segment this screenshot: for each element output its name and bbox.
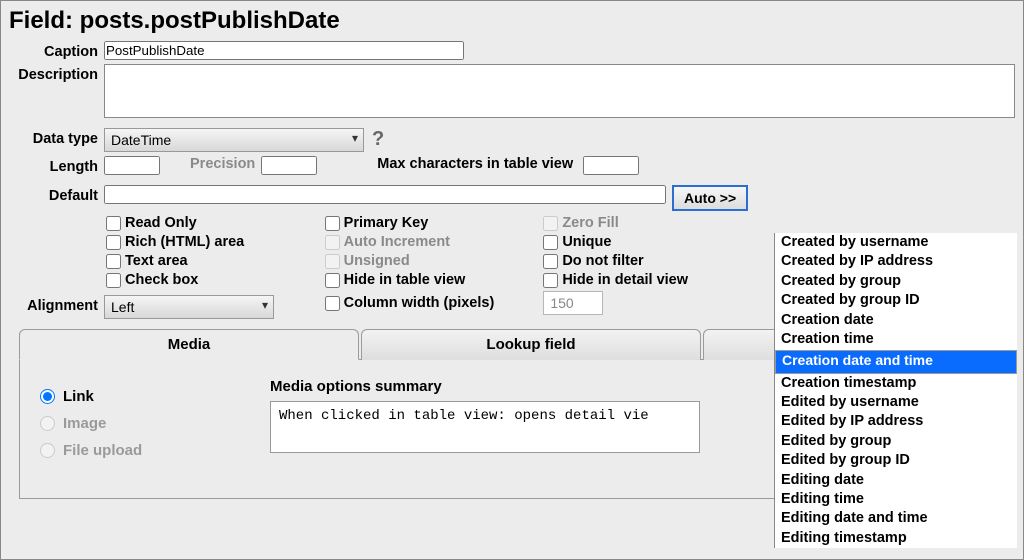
caption-label: Caption <box>9 41 104 60</box>
tab-lookup[interactable]: Lookup field <box>361 329 701 360</box>
zerofill-checkbox: Zero Fill <box>543 215 756 231</box>
autoinc-checkbox: Auto Increment <box>325 234 538 250</box>
length-input[interactable] <box>104 156 160 175</box>
auto-option[interactable]: Edited by username <box>775 393 1017 412</box>
media-radio-file: File upload <box>40 442 270 459</box>
auto-option[interactable]: Edited by group ID <box>775 451 1017 470</box>
caption-input[interactable] <box>104 41 464 60</box>
auto-option[interactable]: Creation time <box>775 330 1017 349</box>
description-label: Description <box>9 64 104 83</box>
auto-option[interactable]: Creation date and time <box>775 350 1017 374</box>
field-editor-panel: Field: posts.postPublishDate Caption Des… <box>0 0 1024 560</box>
colwidth-checkbox[interactable]: Column width (pixels) <box>325 291 538 315</box>
media-radio-image: Image <box>40 415 270 432</box>
page-title: Field: posts.postPublishDate <box>9 7 1015 35</box>
hidetable-checkbox[interactable]: Hide in table view <box>325 272 538 288</box>
precision-label: Precision <box>190 156 255 172</box>
richhtml-checkbox[interactable]: Rich (HTML) area <box>106 234 319 250</box>
auto-option[interactable]: Created by IP address <box>775 252 1017 271</box>
description-textarea[interactable] <box>104 64 1015 118</box>
auto-option[interactable]: Created by group <box>775 272 1017 291</box>
media-summary-title: Media options summary <box>270 378 700 395</box>
auto-default-dropdown[interactable]: Created by usernameCreated by IP address… <box>774 233 1017 548</box>
auto-default-button[interactable]: Auto >> <box>672 185 748 211</box>
colwidth-input[interactable] <box>543 291 603 315</box>
alignment-select[interactable]: Left <box>104 295 274 319</box>
media-radio-link[interactable]: Link <box>40 388 270 405</box>
length-label: Length <box>9 156 104 175</box>
auto-option[interactable]: Edited by group <box>775 432 1017 451</box>
textarea-checkbox[interactable]: Text area <box>106 253 319 269</box>
auto-option[interactable]: Editing date <box>775 471 1017 490</box>
maxchars-label: Max characters in table view <box>377 156 573 172</box>
auto-option[interactable]: Edited by IP address <box>775 412 1017 431</box>
readonly-checkbox[interactable]: Read Only <box>106 215 319 231</box>
datatype-label: Data type <box>9 128 104 147</box>
datatype-select[interactable]: DateTime <box>104 128 364 152</box>
auto-option[interactable]: Created by username <box>775 233 1017 252</box>
auto-option[interactable]: Editing timestamp <box>775 529 1017 548</box>
maxchars-input[interactable] <box>583 156 639 175</box>
checkbox-checkbox[interactable]: Check box <box>106 272 319 288</box>
default-input[interactable] <box>104 185 666 204</box>
tab-media[interactable]: Media <box>19 329 359 360</box>
primarykey-checkbox[interactable]: Primary Key <box>325 215 538 231</box>
hidedetail-checkbox[interactable]: Hide in detail view <box>543 272 756 288</box>
auto-option[interactable]: Editing date and time <box>775 509 1017 528</box>
auto-option[interactable]: Editing time <box>775 490 1017 509</box>
unsigned-checkbox: Unsigned <box>325 253 538 269</box>
auto-option[interactable]: Created by group ID <box>775 291 1017 310</box>
media-summary-box: When clicked in table view: opens detail… <box>270 401 700 453</box>
auto-option[interactable]: Creation timestamp <box>775 374 1017 393</box>
alignment-label: Alignment <box>9 295 104 314</box>
auto-option[interactable]: Creation date <box>775 311 1017 330</box>
default-label: Default <box>9 185 104 204</box>
unique-checkbox[interactable]: Unique <box>543 234 756 250</box>
help-icon[interactable]: ? <box>372 128 384 151</box>
precision-input[interactable] <box>261 156 317 175</box>
nofilter-checkbox[interactable]: Do not filter <box>543 253 756 269</box>
